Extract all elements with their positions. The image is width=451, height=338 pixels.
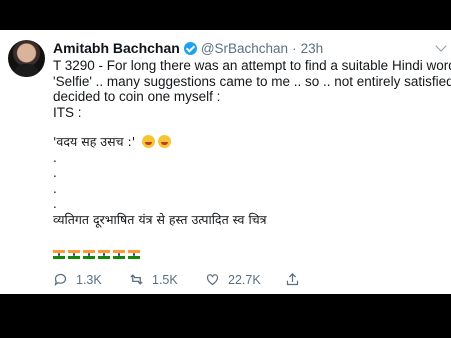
chevron-down-icon[interactable] bbox=[435, 40, 447, 52]
grinning-face-icon bbox=[157, 135, 171, 148]
tweet-header: Amitabh Bachchan @SrBachchan · 23h bbox=[53, 39, 451, 57]
tweet-line: 'Selfie' .. many suggestions came to me … bbox=[53, 73, 451, 89]
retweet-button[interactable]: 1.5K bbox=[129, 272, 178, 287]
like-button[interactable]: 22.7K bbox=[205, 272, 261, 287]
tweet-actions: 1.3K 1.5K 22.7K bbox=[53, 272, 303, 290]
retweet-count: 1.5K bbox=[152, 272, 178, 287]
share-icon bbox=[286, 272, 299, 286]
tweet-line: T 3290 - For long there was an attempt t… bbox=[53, 58, 451, 73]
dot-line: . bbox=[53, 149, 57, 165]
dot-line: . bbox=[53, 196, 57, 211]
reply-button[interactable]: 1.3K bbox=[53, 272, 102, 287]
tweet-text: T 3290 - For long there was an attempt t… bbox=[53, 58, 451, 227]
dot-line: . bbox=[53, 165, 57, 180]
flag-row bbox=[53, 250, 140, 259]
share-button[interactable] bbox=[285, 272, 308, 287]
separator-dot: · bbox=[292, 40, 297, 56]
hindi-acronym: 'वदय सह उसच :' bbox=[53, 134, 136, 149]
india-flag-icon bbox=[98, 250, 110, 259]
dot-line: . bbox=[53, 180, 57, 196]
author-avatar[interactable] bbox=[8, 40, 45, 77]
india-flag-icon bbox=[53, 250, 65, 259]
india-flag-icon bbox=[128, 250, 140, 259]
reply-icon bbox=[54, 273, 67, 286]
hindi-phrase: व्यतिगत दूरभाषित यंत्र से हस्त उत्पादित … bbox=[53, 211, 267, 227]
tweet-line: decided to coin one myself : bbox=[53, 89, 221, 104]
india-flag-icon bbox=[113, 250, 125, 259]
reply-count: 1.3K bbox=[76, 272, 102, 287]
like-count: 22.7K bbox=[228, 272, 261, 287]
grinning-face-icon bbox=[141, 135, 155, 148]
retweet-icon bbox=[130, 274, 143, 285]
like-icon bbox=[206, 274, 219, 286]
verified-badge-icon bbox=[183, 41, 197, 55]
tweet-card[interactable]: Amitabh Bachchan @SrBachchan · 23h T 329… bbox=[0, 30, 451, 294]
india-flag-icon bbox=[83, 250, 95, 259]
india-flag-icon bbox=[68, 250, 80, 259]
author-handle[interactable]: @SrBachchan bbox=[201, 41, 288, 56]
author-name[interactable]: Amitabh Bachchan bbox=[53, 40, 180, 56]
tweet-time[interactable]: 23h bbox=[301, 41, 324, 56]
tweet-line: ITS : bbox=[53, 104, 82, 120]
